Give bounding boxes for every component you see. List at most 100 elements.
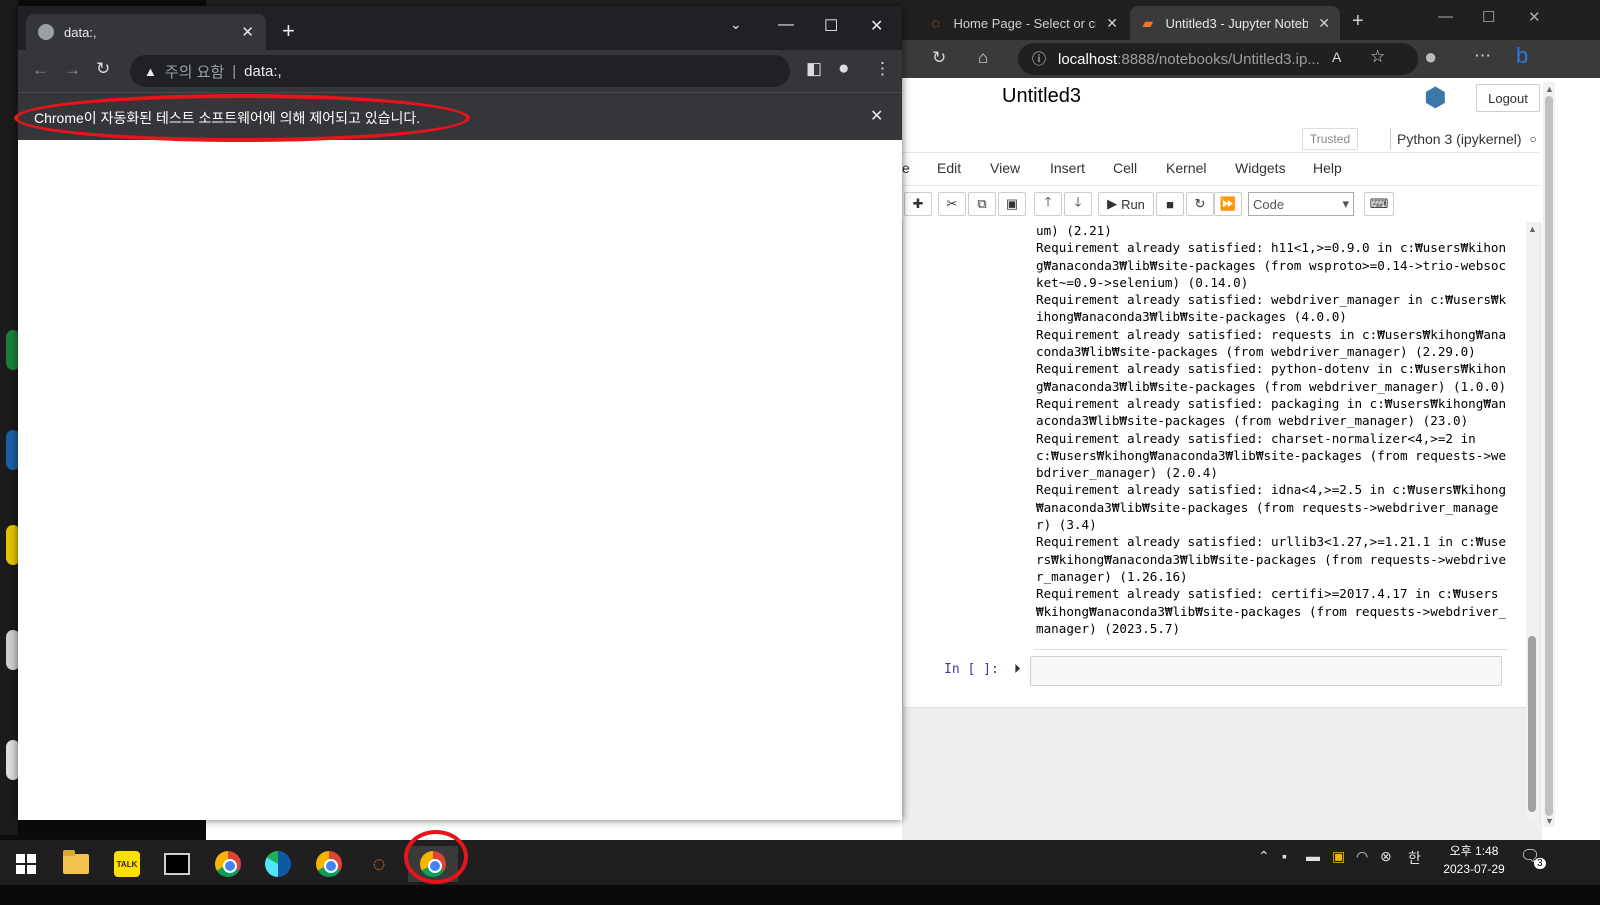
kernel-label: Python 3 (ipykernel) xyxy=(1397,131,1522,147)
interrupt-button[interactable]: ■ xyxy=(1156,192,1184,216)
inner-scrollbar-thumb[interactable] xyxy=(1528,636,1536,812)
minimize-icon[interactable]: — xyxy=(778,16,794,34)
stop-icon: ■ xyxy=(1166,196,1174,212)
close-icon[interactable]: ✕ xyxy=(241,23,254,41)
move-down-button[interactable]: 🡓 xyxy=(1064,192,1092,216)
taskbar-file-explorer[interactable] xyxy=(54,846,98,882)
output-line: manager) (2023.5.7) xyxy=(1036,620,1181,636)
desktop-icons-strip xyxy=(0,0,18,835)
side-panel-icon[interactable]: ◧ xyxy=(806,59,822,79)
output-line: Requirement already satisfied: h11<1,>=0… xyxy=(1036,240,1507,256)
menu-view[interactable]: View xyxy=(990,160,1020,176)
command-palette-button[interactable]: ⌨ xyxy=(1364,192,1394,216)
more-vert-icon[interactable]: ⋮ xyxy=(874,59,891,79)
start-button[interactable] xyxy=(4,846,48,882)
menu-kernel[interactable]: Kernel xyxy=(1166,160,1206,176)
edge-tab-home[interactable]: ◌ Home Page - Select or crea ✕ xyxy=(918,6,1128,40)
trusted-badge[interactable]: Trusted xyxy=(1302,128,1358,150)
output-line: ket~=0.9->selenium) (0.14.0) xyxy=(1036,274,1249,290)
restart-run-all-button[interactable]: ⏩ xyxy=(1214,192,1242,216)
menu-cell[interactable]: Cell xyxy=(1113,160,1137,176)
taskbar-kakaotalk[interactable]: TALK xyxy=(105,846,149,882)
maximize-icon[interactable]: ☐ xyxy=(824,16,838,36)
taskbar-jupyter[interactable]: ◌ xyxy=(357,846,401,882)
tray-battery-icon[interactable]: ▬ xyxy=(1306,848,1320,864)
taskbar-clock[interactable]: 오후 1:48 2023-07-29 xyxy=(1436,840,1512,885)
tab-search-icon[interactable]: ⌄ xyxy=(730,16,742,33)
annotation-circle xyxy=(404,830,468,884)
run-cell-icon[interactable]: ⏵ xyxy=(1014,661,1021,677)
taskbar-edge[interactable] xyxy=(256,846,300,882)
run-button[interactable]: ▶ Run xyxy=(1098,192,1154,216)
input-prompt: In [ ]: xyxy=(944,662,999,677)
favorite-star-icon[interactable]: ☆ xyxy=(1370,47,1385,67)
chrome-omnibox[interactable]: ▲ 주의 요함 | data:, xyxy=(130,55,790,87)
menu-widgets[interactable]: Widgets xyxy=(1235,160,1286,176)
notebook-title[interactable]: Untitled3 xyxy=(1002,85,1081,108)
read-aloud-icon[interactable]: A xyxy=(1332,49,1341,65)
output-line: g₩anaconda3₩lib₩site-packages (from webd… xyxy=(1036,378,1507,394)
chrome-page-content[interactable] xyxy=(18,140,902,820)
page-scrollbar-thumb[interactable] xyxy=(1545,96,1553,816)
kernel-status-icon: ○ xyxy=(1529,132,1537,146)
new-tab-icon[interactable]: + xyxy=(282,18,295,44)
edge-address-bar[interactable]: ⓘ localhost:8888/notebooks/Untitled3.ip.… xyxy=(1018,43,1418,75)
copy-button[interactable]: ⧉ xyxy=(968,192,996,216)
tray-status-icon[interactable]: ⊗ xyxy=(1380,848,1392,865)
profile-avatar-icon[interactable]: ● xyxy=(1424,44,1437,70)
tray-chat-icon[interactable]: ▪ xyxy=(1282,848,1287,864)
menu-help[interactable]: Help xyxy=(1313,160,1342,176)
more-options-icon[interactable]: ⋯ xyxy=(1474,46,1491,66)
maximize-icon[interactable]: ☐ xyxy=(1482,8,1495,26)
wifi-icon[interactable]: ◠ xyxy=(1356,848,1368,865)
paste-button[interactable]: ▣ xyxy=(998,192,1026,216)
python-logo-icon: ⬢ xyxy=(1424,82,1447,112)
restart-button[interactable]: ↻ xyxy=(1186,192,1214,216)
close-icon[interactable]: ✕ xyxy=(870,106,883,126)
forward-arrow-icon[interactable]: → xyxy=(64,60,81,80)
taskbar-chrome[interactable] xyxy=(206,846,250,882)
new-tab-icon[interactable]: + xyxy=(1352,10,1364,33)
logout-button[interactable]: Logout xyxy=(1476,84,1540,112)
taskbar-terminal[interactable] xyxy=(155,846,199,882)
close-window-icon[interactable]: ✕ xyxy=(1528,8,1541,26)
back-arrow-icon[interactable]: ← xyxy=(32,60,49,80)
menu-insert[interactable]: Insert xyxy=(1050,160,1085,176)
cut-button[interactable]: ✂ xyxy=(938,192,966,216)
output-line: ₩anaconda3₩lib₩site-packages (from reque… xyxy=(1036,499,1499,515)
move-up-button[interactable]: 🡑 xyxy=(1034,192,1062,216)
ime-indicator[interactable]: 한 xyxy=(1408,848,1421,868)
code-cell-input[interactable] xyxy=(1030,656,1502,686)
taskbar-chrome-profile[interactable] xyxy=(307,846,351,882)
output-line: Requirement already satisfied: requests … xyxy=(1036,326,1507,342)
menu-edit[interactable]: Edit xyxy=(937,160,961,176)
restart-icon: ↻ xyxy=(1194,196,1206,211)
tray-app-icon[interactable]: ▣ xyxy=(1332,848,1345,865)
kernel-indicator: Python 3 (ipykernel) ○ xyxy=(1390,128,1537,150)
reload-icon[interactable]: ↻ xyxy=(96,59,110,79)
output-line: ihong₩anaconda3₩lib₩site-packages (4.0.0… xyxy=(1036,309,1347,325)
scroll-down-icon[interactable]: ▼ xyxy=(1545,816,1554,826)
paste-icon: ▣ xyxy=(1005,196,1019,211)
profile-icon[interactable]: ● xyxy=(838,58,849,80)
close-window-icon[interactable]: ✕ xyxy=(870,16,883,36)
bing-icon[interactable]: b xyxy=(1516,43,1528,69)
insert-cell-button[interactable]: ✚ xyxy=(904,192,932,216)
arrow-down-icon: 🡓 xyxy=(1074,194,1082,209)
chrome-tab[interactable]: data:, ✕ xyxy=(26,14,266,50)
cell-type-select[interactable]: Code ▾ xyxy=(1248,192,1354,216)
chrome-icon xyxy=(215,851,241,877)
reload-icon[interactable]: ↻ xyxy=(932,48,946,68)
run-label: Run xyxy=(1121,196,1145,212)
home-icon[interactable]: ⌂ xyxy=(978,48,988,68)
notification-center-button[interactable]: 🗨 3 xyxy=(1520,846,1548,874)
menu-file[interactable]: e xyxy=(902,160,910,176)
close-icon[interactable]: ✕ xyxy=(1318,15,1330,32)
close-icon[interactable]: ✕ xyxy=(1106,15,1118,32)
scroll-up-icon[interactable]: ▲ xyxy=(1528,224,1537,234)
edge-tab-untitled3[interactable]: ▰ Untitled3 - Jupyter Notebo ✕ xyxy=(1130,6,1340,40)
scroll-up-icon[interactable]: ▲ xyxy=(1545,84,1554,94)
minimize-icon[interactable]: — xyxy=(1438,8,1453,25)
tray-overflow-icon[interactable]: ⌃ xyxy=(1258,848,1270,865)
copy-icon: ⧉ xyxy=(977,196,987,211)
